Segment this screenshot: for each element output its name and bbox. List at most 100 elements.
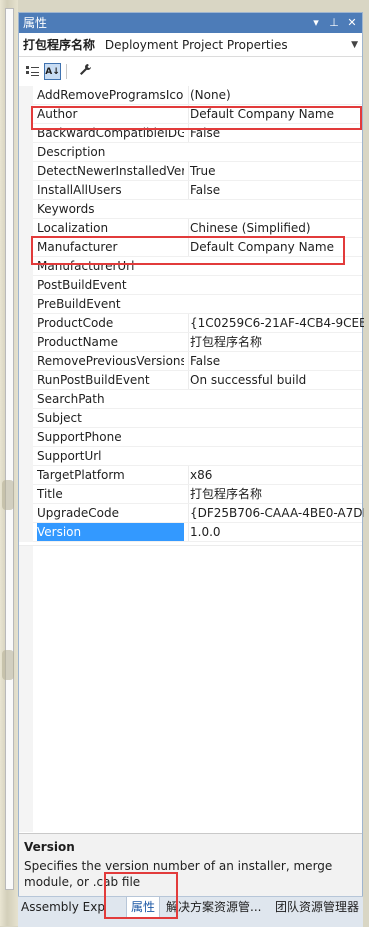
description-pane: Version Specifies the version number of … bbox=[19, 833, 362, 897]
properties-toolbar: A↓ bbox=[19, 58, 362, 84]
row-gutter bbox=[19, 352, 33, 371]
row-gutter bbox=[19, 333, 33, 352]
property-row-description[interactable]: Description bbox=[19, 143, 362, 162]
property-name[interactable]: SearchPath bbox=[37, 390, 184, 408]
property-value[interactable]: x86 bbox=[188, 466, 364, 484]
property-row-supporturl[interactable]: SupportUrl bbox=[19, 447, 362, 466]
background-decoration bbox=[2, 650, 14, 680]
property-name[interactable]: ProductName bbox=[37, 333, 184, 351]
property-name[interactable]: SupportPhone bbox=[37, 428, 184, 446]
description-text: Specifies the version number of an insta… bbox=[24, 859, 333, 889]
highlight-box-properties-tab bbox=[104, 872, 178, 919]
property-name[interactable]: RemovePreviousVersions bbox=[37, 352, 184, 370]
property-grid: AddRemoveProgramsIco (None) Author Default … bbox=[19, 86, 364, 542]
property-value[interactable]: True bbox=[188, 162, 364, 180]
property-value[interactable]: {DF25B706-CAAA-4BE0-A7DE- bbox=[188, 504, 364, 522]
wrench-icon[interactable] bbox=[77, 63, 94, 80]
background-window-strip bbox=[0, 0, 18, 926]
property-name[interactable]: UpgradeCode bbox=[37, 504, 184, 522]
property-name[interactable]: PostBuildEvent bbox=[37, 276, 184, 294]
property-row-postbuildevent[interactable]: PostBuildEvent bbox=[19, 276, 362, 295]
pin-icon[interactable]: ⊥ bbox=[328, 13, 340, 33]
property-value[interactable]: (None) bbox=[188, 86, 364, 104]
row-gutter bbox=[19, 162, 33, 181]
property-grid-empty-area bbox=[19, 545, 362, 832]
categorized-icon[interactable] bbox=[24, 63, 41, 80]
row-gutter bbox=[19, 409, 33, 428]
row-gutter bbox=[19, 143, 33, 162]
property-name[interactable]: RunPostBuildEvent bbox=[37, 371, 184, 389]
row-gutter bbox=[19, 447, 33, 466]
property-name[interactable]: Title bbox=[37, 485, 184, 503]
property-name[interactable]: DetectNewerInstalledVers bbox=[37, 162, 184, 180]
property-value[interactable]: 打包程序名称 bbox=[188, 485, 364, 503]
property-value[interactable]: False bbox=[188, 181, 364, 199]
row-gutter bbox=[19, 504, 33, 523]
property-row-version[interactable]: Version 1.0.0 bbox=[19, 523, 362, 542]
property-name[interactable]: Version bbox=[37, 523, 184, 541]
toolbar-separator bbox=[66, 64, 67, 79]
property-name[interactable]: AddRemoveProgramsIco bbox=[37, 86, 184, 104]
property-row-prebuildevent[interactable]: PreBuildEvent bbox=[19, 295, 362, 314]
object-type: Deployment Project Properties bbox=[104, 38, 288, 52]
property-value[interactable]: {1C0259C6-21AF-4CB4-9CEB-6 bbox=[188, 314, 364, 332]
row-gutter bbox=[19, 390, 33, 409]
property-row-detectnewerinstalledvers[interactable]: DetectNewerInstalledVers True bbox=[19, 162, 362, 181]
object-name: 打包程序名称 bbox=[23, 38, 96, 52]
row-gutter bbox=[19, 523, 33, 542]
row-gutter bbox=[19, 295, 33, 314]
property-value[interactable]: On successful build bbox=[188, 371, 364, 389]
description-title: Version bbox=[24, 840, 75, 854]
row-gutter bbox=[19, 314, 33, 333]
highlight-box-manufacturer bbox=[31, 236, 345, 265]
property-row-upgradecode[interactable]: UpgradeCode {DF25B706-CAAA-4BE0-A7DE- bbox=[19, 504, 364, 523]
property-name[interactable]: TargetPlatform bbox=[37, 466, 184, 484]
property-value[interactable]: Chinese (Simplified) bbox=[188, 219, 364, 237]
property-row-title[interactable]: Title 打包程序名称 bbox=[19, 485, 362, 504]
background-decoration bbox=[2, 480, 14, 510]
tool-window-tabs: Assembly Expl... 属性 解决方案资源管... 团队资源管理器 bbox=[18, 896, 363, 927]
close-icon[interactable]: ✕ bbox=[346, 13, 358, 33]
property-row-removepreviousversions[interactable]: RemovePreviousVersions False bbox=[19, 352, 362, 371]
property-row-productname[interactable]: ProductName 打包程序名称 bbox=[19, 333, 362, 352]
row-gutter bbox=[19, 485, 33, 504]
property-row-installallusers[interactable]: InstallAllUsers False bbox=[19, 181, 362, 200]
property-name[interactable]: PreBuildEvent bbox=[37, 295, 184, 313]
property-name[interactable]: Localization bbox=[37, 219, 184, 237]
row-gutter bbox=[19, 181, 33, 200]
tab-solution-explorer[interactable]: 解决方案资源管... bbox=[166, 897, 266, 919]
highlight-box-author bbox=[31, 106, 362, 130]
row-gutter bbox=[19, 428, 33, 447]
background-scrollbar bbox=[5, 8, 14, 890]
property-name[interactable]: InstallAllUsers bbox=[37, 181, 184, 199]
property-row-searchpath[interactable]: SearchPath bbox=[19, 390, 362, 409]
property-value[interactable]: 打包程序名称 bbox=[188, 333, 364, 351]
object-selector[interactable]: 打包程序名称 Deployment Project Properties ▼ bbox=[19, 33, 362, 57]
row-gutter bbox=[19, 371, 33, 390]
property-row-runpostbuildevent[interactable]: RunPostBuildEvent On successful build bbox=[19, 371, 362, 390]
properties-titlebar: 属性 ▾ ⊥ ✕ bbox=[19, 13, 362, 33]
row-gutter bbox=[19, 200, 33, 219]
property-name[interactable]: Description bbox=[37, 143, 184, 161]
property-name[interactable]: Subject bbox=[37, 409, 184, 427]
row-gutter bbox=[19, 466, 33, 485]
property-value[interactable]: False bbox=[188, 352, 364, 370]
property-value[interactable]: 1.0.0 bbox=[188, 523, 364, 541]
pin-dropdown-icon[interactable]: ▾ bbox=[310, 13, 322, 33]
property-row-targetplatform[interactable]: TargetPlatform x86 bbox=[19, 466, 362, 485]
row-gutter bbox=[19, 86, 33, 105]
property-row-keywords[interactable]: Keywords bbox=[19, 200, 362, 219]
property-name[interactable]: ProductCode bbox=[37, 314, 184, 332]
tab-team-explorer[interactable]: 团队资源管理器 bbox=[275, 897, 363, 919]
chevron-down-icon[interactable]: ▼ bbox=[351, 33, 358, 57]
property-row-addremoveprogramsico[interactable]: AddRemoveProgramsIco (None) bbox=[19, 86, 362, 105]
alphabetical-icon[interactable]: A↓ bbox=[44, 63, 61, 80]
property-row-subject[interactable]: Subject bbox=[19, 409, 362, 428]
properties-window: 属性 ▾ ⊥ ✕ 打包程序名称 Deployment Project Prope… bbox=[18, 12, 364, 916]
property-name[interactable]: SupportUrl bbox=[37, 447, 184, 465]
property-name[interactable]: Keywords bbox=[37, 200, 184, 218]
row-gutter bbox=[19, 276, 33, 295]
property-row-productcode[interactable]: ProductCode {1C0259C6-21AF-4CB4-9CEB-6 bbox=[19, 314, 364, 333]
tab-assembly-explorer[interactable]: Assembly Expl... bbox=[21, 897, 105, 919]
property-row-supportphone[interactable]: SupportPhone bbox=[19, 428, 362, 447]
